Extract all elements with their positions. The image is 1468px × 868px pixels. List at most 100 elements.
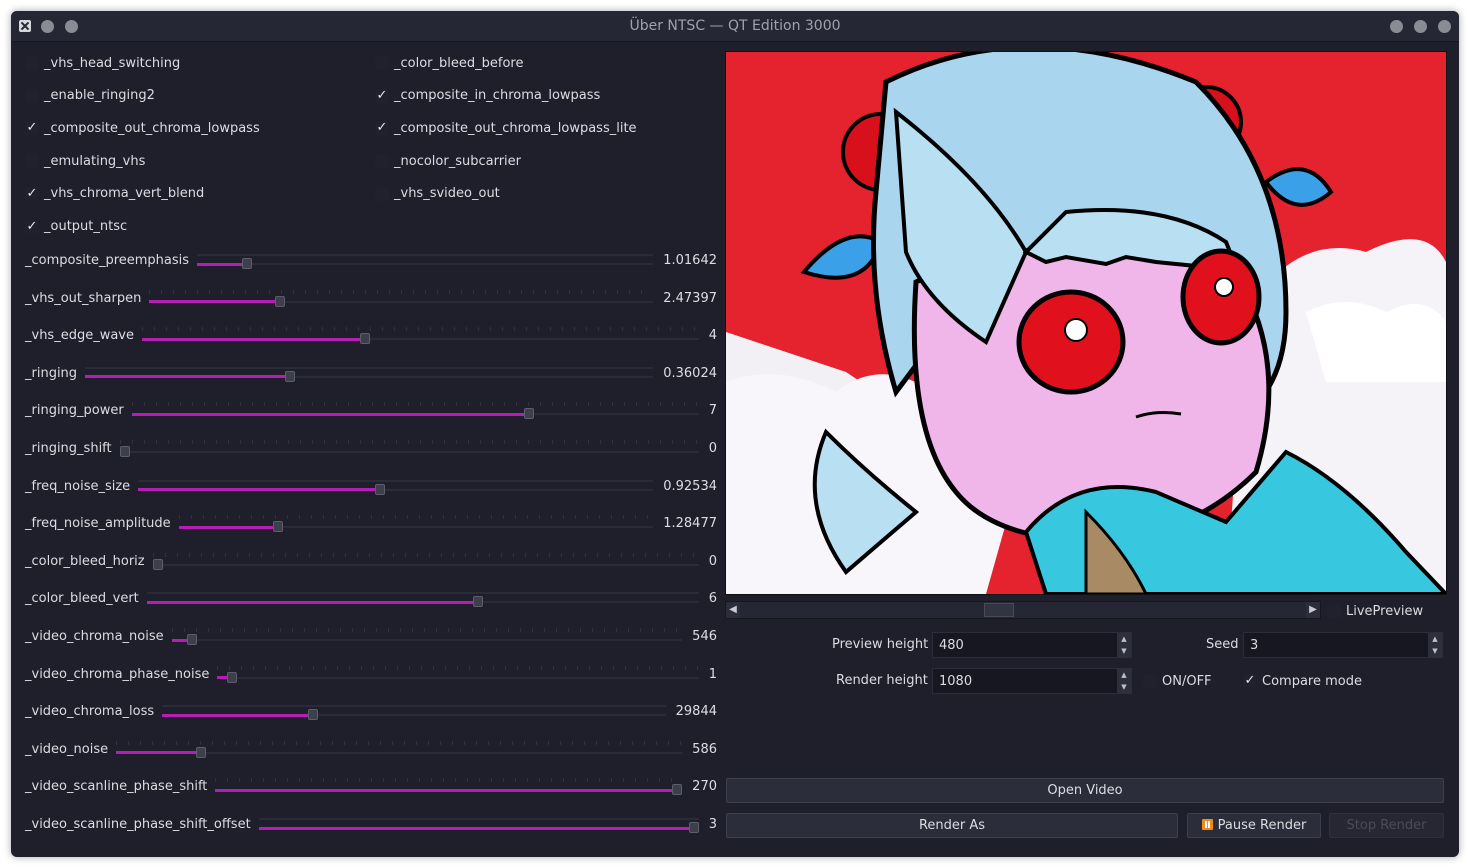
slider-label: _ringing_shift (25, 441, 112, 456)
render-height-label: Render height (836, 673, 928, 688)
slider-track[interactable] (149, 289, 654, 307)
slider-handle[interactable] (273, 521, 284, 533)
live-preview-checkbox[interactable]: LivePreview (1327, 601, 1423, 621)
onoff-checkbox[interactable]: ON/OFF (1143, 671, 1212, 691)
slider-track[interactable] (197, 254, 654, 269)
preview-scrollbar[interactable]: ◀ ▶ (725, 601, 1321, 619)
preview-height-spinbox[interactable]: 480 ▲ ▼ (932, 632, 1132, 658)
checkbox-label: _color_bleed_before (394, 55, 524, 71)
slider-track[interactable] (162, 705, 666, 721)
slider-handle[interactable] (688, 822, 699, 833)
checkbox[interactable]: _emulating_vhs (25, 151, 145, 171)
slider-handle[interactable] (472, 596, 483, 608)
slider-row: _video_scanline_phase_shift 270 (25, 777, 721, 799)
slider-fill (178, 525, 279, 529)
window-title: Über NTSC — QT Edition 3000 (629, 18, 841, 34)
slider-track[interactable] (131, 402, 699, 420)
checkbox[interactable]: ✓ _output_ntsc (25, 217, 127, 237)
slider-track[interactable] (85, 366, 654, 382)
slider-handle[interactable] (242, 258, 253, 269)
slider-track[interactable] (142, 327, 699, 345)
slider-handle[interactable] (196, 746, 206, 758)
slider-handle[interactable] (375, 483, 386, 495)
slider-handle[interactable] (284, 370, 295, 382)
slider-track[interactable] (146, 592, 699, 608)
slider-row: _freq_noise_size 0.92534 (25, 477, 721, 499)
slider-handle[interactable] (359, 333, 370, 345)
slider-track[interactable] (178, 515, 654, 533)
checkbox-label: _composite_in_chroma_lowpass (394, 88, 601, 104)
seed-spinbox[interactable]: 3 ▲ ▼ (1243, 632, 1443, 658)
slider-label: _composite_preemphasis (25, 253, 190, 268)
checkbox[interactable]: ✓ _composite_out_chroma_lowpass_lite (375, 118, 637, 138)
slider-track[interactable] (217, 665, 699, 683)
slider-ticks (131, 402, 699, 407)
slider-row: _freq_noise_amplitude 1.28477 (25, 514, 721, 536)
minimize-button[interactable] (1390, 20, 1403, 33)
slider-value: 270 (692, 779, 717, 795)
maximize-button[interactable] (1414, 20, 1427, 33)
slider-track[interactable] (171, 628, 683, 645)
slider-handle[interactable] (308, 709, 319, 721)
slider-fill (215, 788, 683, 792)
slider-handle[interactable] (523, 408, 534, 420)
slider-fill (197, 262, 248, 266)
slider-track[interactable] (119, 440, 699, 457)
checkbox[interactable]: _vhs_head_switching (25, 53, 180, 73)
slider-label: _video_scanline_phase_shift (25, 779, 208, 795)
checkbox[interactable]: ✓ _composite_out_chroma_lowpass (25, 118, 260, 138)
slider-handle[interactable] (119, 446, 130, 457)
slider-label: _freq_noise_size (25, 478, 131, 494)
slider-handle[interactable] (187, 634, 198, 645)
anime-girl-illustration (726, 52, 1446, 594)
checkbox[interactable]: _enable_ringing2 (25, 86, 155, 106)
slider-handle[interactable] (275, 295, 286, 307)
slider-track[interactable] (152, 552, 699, 570)
render-height-spinbox[interactable]: 1080 ▲ ▼ (932, 668, 1132, 694)
spin-arrows-icon[interactable]: ▲ ▼ (1117, 633, 1131, 657)
slider-row: _color_bleed_horiz 0 (25, 552, 721, 574)
checkbox[interactable]: ✓ _composite_in_chroma_lowpass (375, 86, 600, 106)
checkbox-label: _output_ntsc (44, 219, 128, 234)
checkbox-label: _vhs_chroma_vert_blend (44, 186, 205, 202)
spin-arrows-icon[interactable]: ▲ ▼ (1117, 669, 1131, 693)
pause-render-button[interactable]: Pause Render (1187, 813, 1321, 838)
compare-mode-checkbox[interactable]: ✓ Compare mode (1243, 671, 1362, 691)
close-button[interactable] (1438, 20, 1451, 33)
slider-handle[interactable] (672, 784, 683, 796)
slider-row: _video_scanline_phase_shift_offset 3 (25, 815, 721, 837)
checkbox[interactable]: ✓ _vhs_chroma_vert_blend (25, 184, 204, 204)
open-video-button[interactable]: Open Video (726, 778, 1444, 803)
slider-label: _video_noise (25, 741, 109, 757)
slider-track[interactable] (138, 479, 654, 495)
slider-value: 0.36024 (663, 365, 717, 381)
spin-arrows-icon[interactable]: ▲ ▼ (1428, 633, 1442, 657)
slider-label: _video_chroma_noise (25, 629, 164, 644)
slider-track[interactable] (258, 818, 699, 833)
slider-handle[interactable] (226, 671, 237, 683)
titlebar: Über NTSC — QT Edition 3000 (11, 11, 1459, 42)
slider-track[interactable] (215, 778, 683, 796)
slider-fill (131, 412, 529, 416)
checkbox[interactable]: _nocolor_subcarrier (375, 151, 521, 171)
slider-value: 0 (708, 553, 717, 569)
checkbox-label: _nocolor_subcarrier (394, 153, 521, 169)
checkbox[interactable]: _color_bleed_before (375, 53, 523, 73)
slider-track[interactable] (116, 740, 683, 758)
render-as-button[interactable]: Render As (726, 813, 1178, 838)
slider-value: 0 (708, 441, 717, 456)
slider-ticks (85, 366, 654, 369)
onoff-check-icon (1143, 674, 1157, 688)
scroll-thumb[interactable] (984, 603, 1014, 617)
slider-label: _vhs_edge_wave (25, 328, 134, 344)
slider-row: _ringing 0.36024 (25, 364, 721, 386)
slider-row: _video_chroma_phase_noise 1 (25, 665, 721, 687)
scroll-right-icon[interactable]: ▶ (1306, 602, 1320, 618)
scroll-left-icon[interactable]: ◀ (726, 602, 740, 618)
pause-render-label: Pause Render (1217, 818, 1307, 833)
slider-handle[interactable] (152, 558, 163, 570)
checkbox[interactable]: _vhs_svideo_out (375, 184, 500, 204)
slider-ticks (119, 440, 699, 444)
slider-ticks (152, 552, 699, 557)
check-icon (25, 154, 39, 169)
